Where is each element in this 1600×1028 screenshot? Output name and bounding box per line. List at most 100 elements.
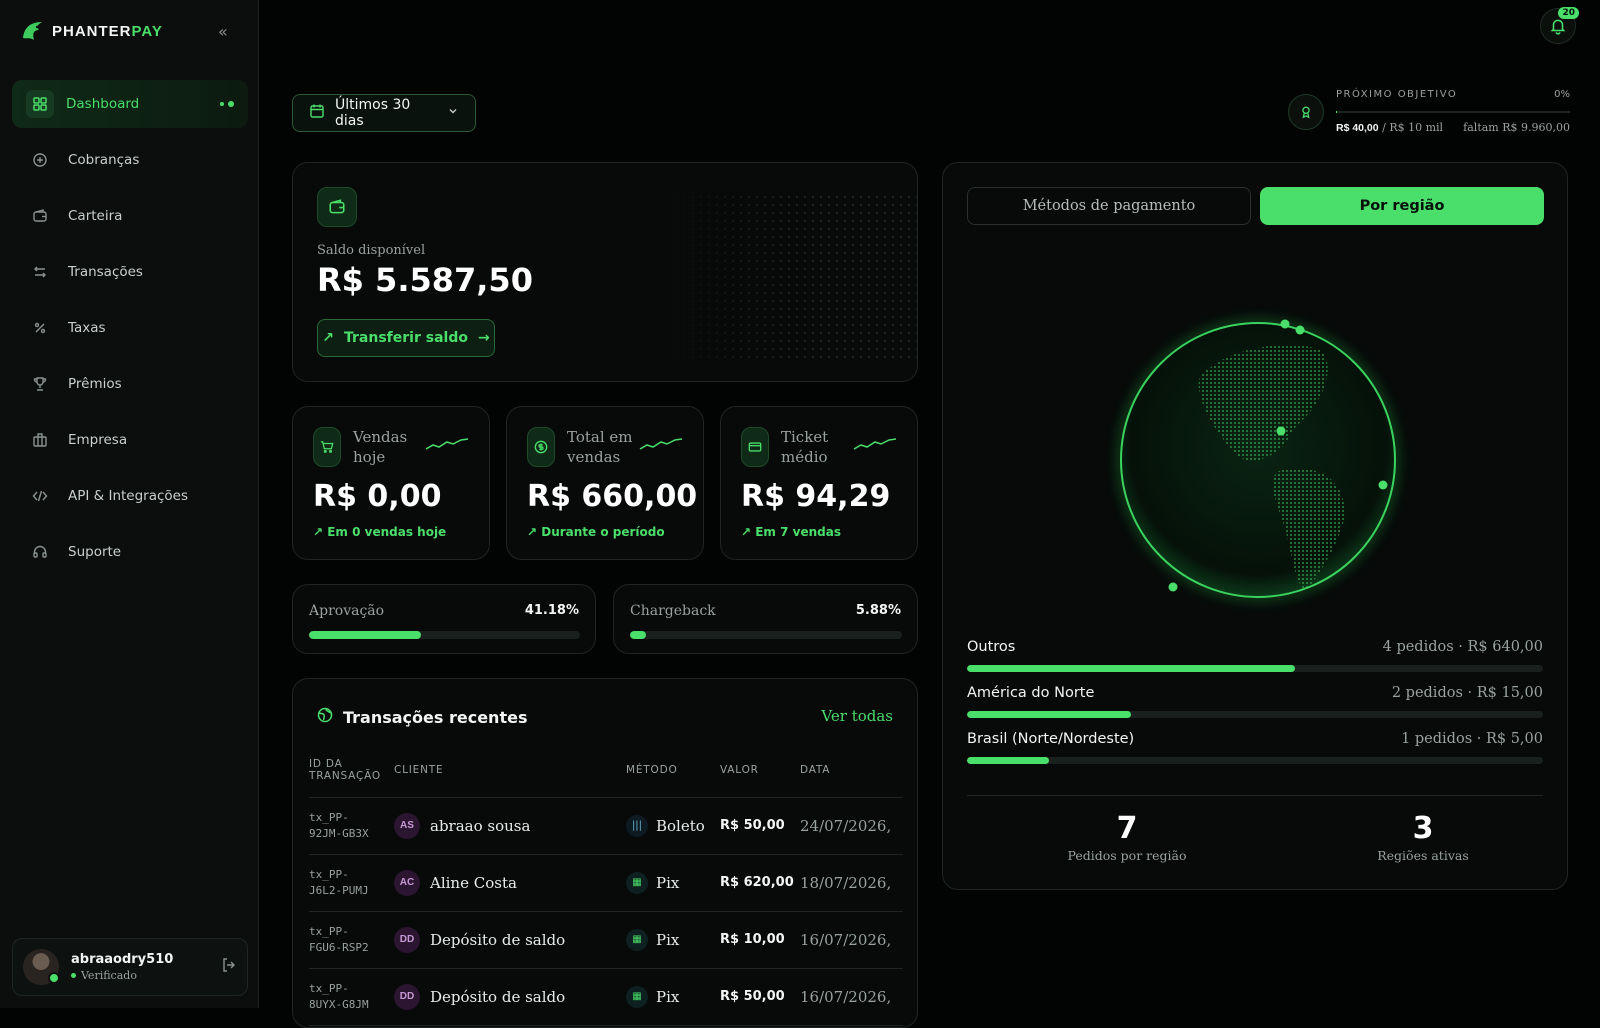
- transaction-id: tx_PP- J6L2-PUMJ: [309, 854, 394, 912]
- goal-progress-fill: [1336, 111, 1337, 113]
- plus-circle-icon: [30, 150, 50, 170]
- region-info: 2 pedidos · R$ 15,00: [1391, 685, 1543, 701]
- column-header-id: ID DA TRANSAÇÃO: [309, 751, 394, 798]
- notifications-button[interactable]: 20: [1540, 7, 1579, 44]
- client-cell: DD Depósito de saldo: [394, 911, 626, 969]
- sidebar-item-suporte[interactable]: Suporte: [12, 528, 248, 576]
- recent-transactions-card: Transações recentes Ver todas ID DA TRAN…: [292, 678, 918, 1028]
- rate-progress-fill: [630, 631, 646, 639]
- transfer-balance-button[interactable]: ↗ Transferir saldo →: [317, 319, 495, 357]
- trend-sparkline-icon: [639, 438, 683, 450]
- region-bar-fill: [967, 665, 1296, 672]
- goal-remaining: faltam R$ 9.960,00: [1463, 121, 1570, 134]
- brand-logo[interactable]: PHANTERPAY: [20, 18, 163, 44]
- table-row[interactable]: tx_PP- FGU6-RSP2 DD Depósito de saldo ▦ Pix…: [309, 911, 903, 969]
- goal-percent: 0%: [1554, 89, 1570, 100]
- trend-sparkline-icon: [853, 438, 897, 450]
- column-header-date: DATA: [800, 751, 903, 798]
- region-marker: [1280, 319, 1290, 329]
- client-name: Depósito de saldo: [430, 987, 566, 1006]
- transaction-id: tx_PP- 92JM-GB3X: [309, 797, 394, 855]
- arrow-right-icon: →: [477, 330, 490, 346]
- column-header-client: CLIENTE: [394, 751, 626, 798]
- sidebar-item-carteira[interactable]: Carteira: [12, 192, 248, 240]
- user-card[interactable]: abraaodry510 Verificado: [12, 938, 248, 996]
- table-row[interactable]: tx_PP- 92JM-GB3X AS abraao sousa ||| Boleto…: [309, 797, 903, 855]
- rate-value: 5.88%: [855, 603, 901, 618]
- collapse-sidebar-icon[interactable]: «: [218, 22, 228, 41]
- sidebar-item-api[interactable]: API & Integrações: [12, 472, 248, 520]
- barcode-icon: |||: [626, 814, 648, 837]
- view-all-link[interactable]: Ver todas: [821, 707, 893, 725]
- cart-icon: [313, 427, 341, 467]
- sidebar-item-empresa[interactable]: Empresa: [12, 416, 248, 464]
- stat-total-sales: Total em vendas R$ 660,00 ↗ Durante o pe…: [506, 406, 704, 560]
- chargeback-rate-card: Chargeback 5.88%: [613, 584, 918, 654]
- credit-card-icon: [741, 427, 769, 467]
- pix-qr-icon: ▦: [626, 928, 648, 951]
- region-bar: [967, 665, 1543, 672]
- sidebar-item-label: Empresa: [68, 432, 128, 448]
- rate-progress-bar: [630, 631, 902, 639]
- region-name: Brasil (Norte/Nordeste): [967, 731, 1135, 747]
- stat-label: Vendas hoje: [353, 428, 408, 466]
- region-bar-fill: [967, 757, 1049, 764]
- stat-average-ticket: Ticket médio R$ 94,29 ↗ Em 7 vendas: [720, 406, 918, 560]
- region-bar: [967, 757, 1543, 764]
- transaction-date: 18/07/2026,: [800, 854, 903, 912]
- wallet-icon: [317, 187, 357, 227]
- stat-value: R$ 0,00: [313, 479, 442, 514]
- stat-sub: ↗ Durante o período: [527, 525, 665, 539]
- period-filter-dropdown[interactable]: Últimos 30 dias: [292, 94, 476, 132]
- award-icon: [1288, 94, 1324, 130]
- column-header-value: VALOR: [720, 751, 800, 798]
- table-header-row: ID DA TRANSAÇÃO CLIENTE MÉTODO VALOR DAT…: [309, 751, 903, 798]
- region-bar: [967, 711, 1543, 718]
- region-info: 1 pedidos · R$ 5,00: [1401, 731, 1543, 747]
- user-status: Verificado: [71, 969, 173, 982]
- region-name: Outros: [967, 639, 1016, 655]
- balance-card: Saldo disponível R$ 5.587,50 ↗ Transferi…: [292, 162, 918, 382]
- sidebar-item-label: Transações: [68, 264, 143, 280]
- method-cell: ▦ Pix: [626, 968, 720, 1026]
- logout-icon[interactable]: [221, 957, 237, 977]
- method-cell: ▦ Pix: [626, 911, 720, 969]
- verified-dot-icon: [71, 973, 76, 978]
- arrows-icon: [30, 262, 50, 282]
- transaction-value: R$ 50,00: [720, 968, 800, 1026]
- approval-rate-card: Aprovação 41.18%: [292, 584, 596, 654]
- tab-payment-methods[interactable]: Métodos de pagamento: [967, 187, 1251, 225]
- trend-sparkline-icon: [425, 438, 469, 450]
- stat-label: Ticket médio: [781, 428, 829, 466]
- transaction-value: R$ 620,00: [720, 854, 800, 912]
- tab-by-region[interactable]: Por região: [1260, 187, 1544, 225]
- table-row[interactable]: tx_PP- 8UYX-G8JM DD Depósito de saldo ▦ Pix…: [309, 968, 903, 1026]
- sidebar-item-transacoes[interactable]: Transações: [12, 248, 248, 296]
- client-cell: DD Depósito de saldo: [394, 968, 626, 1026]
- sidebar-item-premios[interactable]: Prêmios: [12, 360, 248, 408]
- client-initials: AS: [394, 812, 420, 839]
- sidebar-item-label: Suporte: [68, 544, 122, 560]
- building-icon: [30, 430, 50, 450]
- region-info: 4 pedidos · R$ 640,00: [1382, 639, 1543, 655]
- percent-icon: [30, 318, 50, 338]
- grid-icon: [26, 90, 54, 118]
- region-marker: [1276, 426, 1286, 436]
- stat-value: R$ 94,29: [741, 479, 891, 514]
- sidebar-item-taxas[interactable]: Taxas: [12, 304, 248, 352]
- trophy-icon: [30, 374, 50, 394]
- wallet-icon: [30, 206, 50, 226]
- transaction-date: 16/07/2026,: [800, 911, 903, 969]
- client-name: Aline Costa: [430, 873, 517, 892]
- table-row[interactable]: tx_PP- J6L2-PUMJ AC Aline Costa ▦ Pix R$ 62…: [309, 854, 903, 912]
- region-bar-fill: [967, 711, 1132, 718]
- transaction-date: 16/07/2026,: [800, 968, 903, 1026]
- period-filter-label: Últimos 30 dias: [335, 97, 411, 129]
- headset-icon: [30, 542, 50, 562]
- sidebar-item-cobrancas[interactable]: Cobranças: [12, 136, 248, 184]
- client-initials: DD: [394, 983, 420, 1010]
- sidebar-item-dashboard[interactable]: Dashboard: [12, 80, 248, 128]
- stat-value: R$ 660,00: [527, 479, 698, 514]
- method-name: Boleto: [656, 816, 705, 835]
- kpi-active-regions: 3 Regiões ativas: [1323, 811, 1523, 863]
